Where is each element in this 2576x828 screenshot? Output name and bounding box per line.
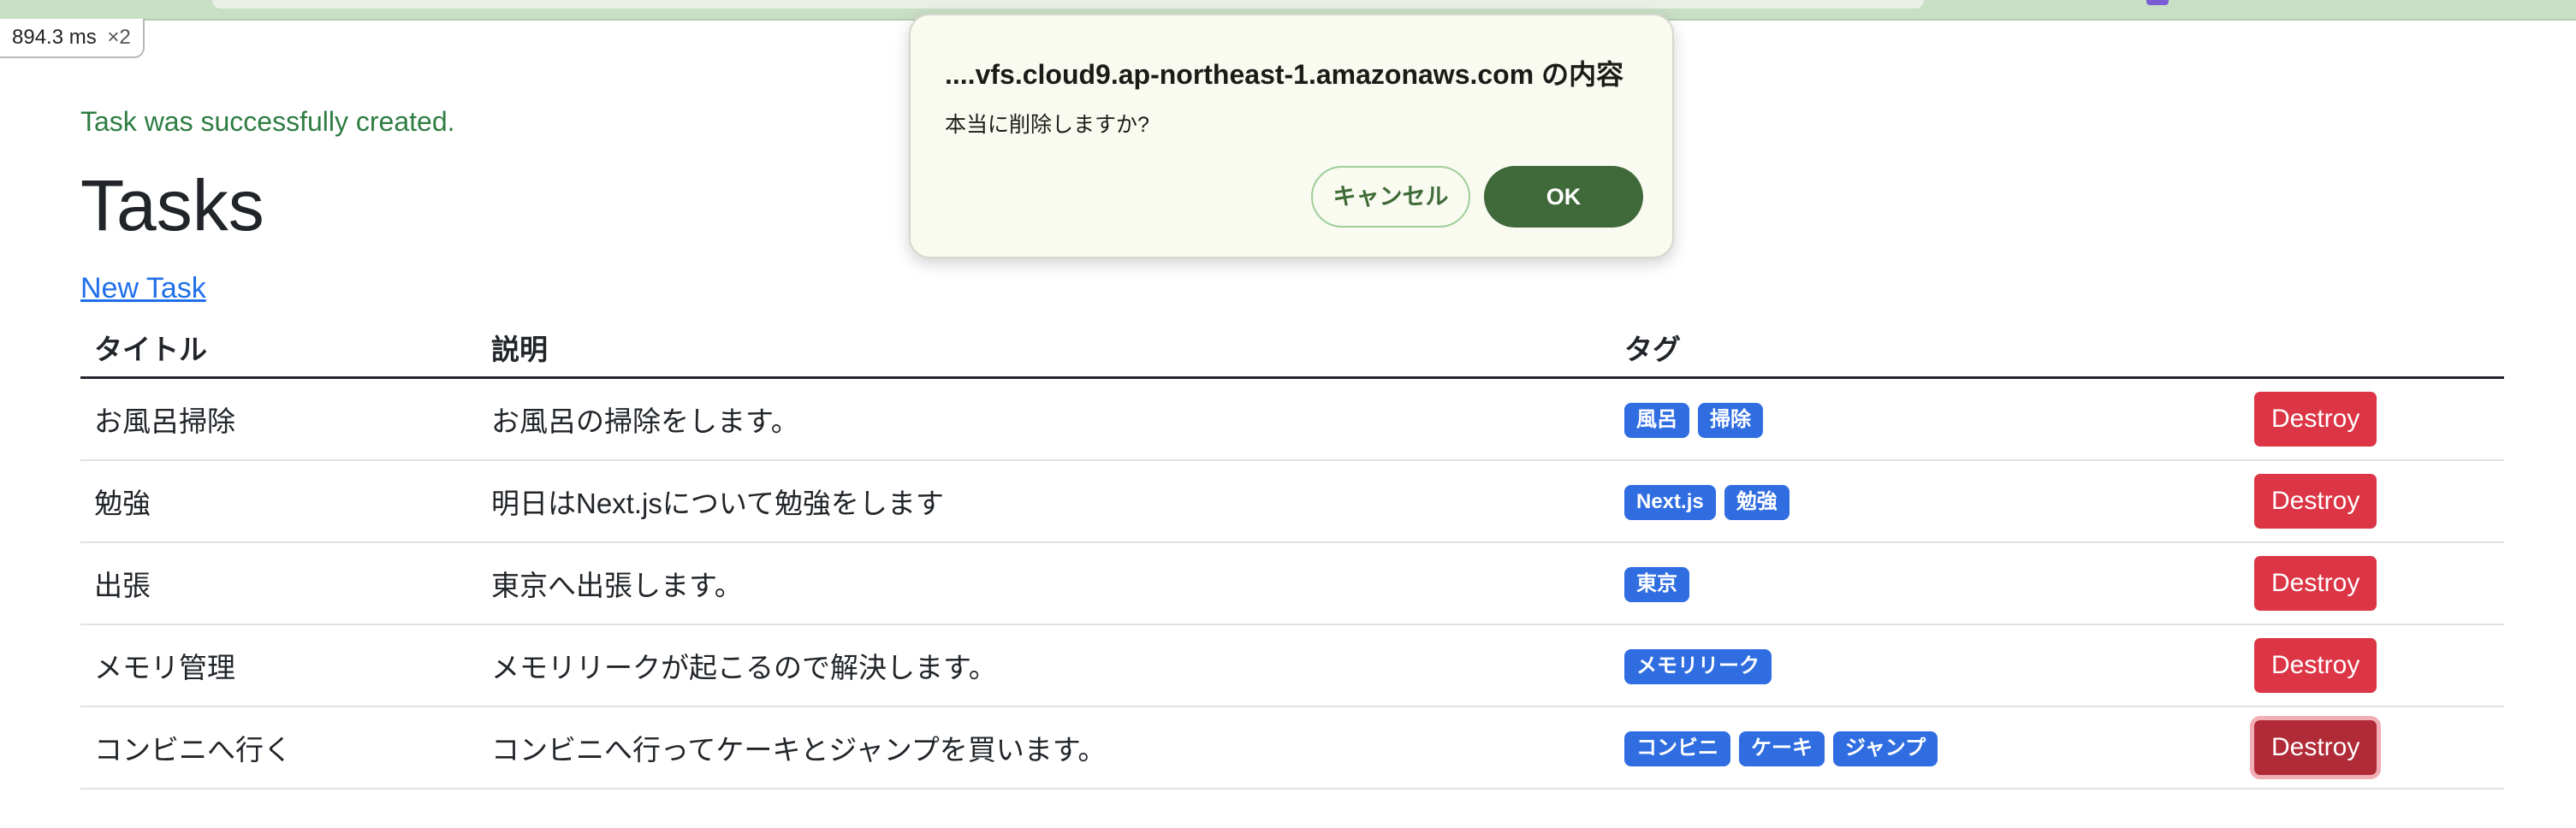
task-description: 明日はNext.jsについて勉強をします [478, 460, 1611, 543]
column-header-tags: タグ [1611, 318, 2241, 379]
tag-badge: 風呂 [1624, 403, 1689, 438]
perf-unit: ms [68, 26, 97, 49]
task-description: 東京へ出張します。 [478, 542, 1611, 625]
task-description: コンビニへ行ってケーキとジャンプを買います。 [478, 707, 1611, 790]
column-header-actions [2241, 318, 2504, 379]
task-actions: Destroy [2241, 460, 2504, 543]
tag-badge: 東京 [1624, 567, 1689, 602]
flash-notice: Task was successfully created. [80, 106, 455, 137]
table-header-row: タイトル 説明 タグ [80, 318, 2504, 379]
task-title: 出張 [80, 542, 478, 625]
page-title: Tasks [80, 165, 264, 245]
task-tags: 東京 [1611, 542, 2241, 625]
task-tags: メモリリーク [1611, 624, 2241, 707]
task-title: コンビニへ行く [80, 707, 478, 790]
destroy-button[interactable]: Destroy [2254, 392, 2377, 447]
new-task-link[interactable]: New Task [80, 272, 206, 305]
task-tags: Next.js 勉強 [1611, 460, 2241, 543]
tag-badge: 勉強 [1724, 485, 1790, 520]
performance-badge: 894.3 ms ×2 [0, 19, 145, 58]
tag-badge: Next.js [1624, 485, 1716, 520]
task-description: お風呂の掃除をします。 [478, 377, 1611, 461]
task-tags: コンビニ ケーキ ジャンプ [1611, 707, 2241, 790]
task-title: 勉強 [80, 460, 478, 543]
dialog-title: ....vfs.cloud9.ap-northeast-1.amazonaws.… [945, 59, 1624, 90]
table-row: コンビニへ行く コンビニへ行ってケーキとジャンプを買います。 コンビニ ケーキ ジャンプ… [80, 707, 2504, 790]
table-body: お風呂掃除 お風呂の掃除をします。 風呂 掃除 Destroy 勉強 明日はNext.jsに… [80, 377, 2504, 790]
tasks-table: タイトル 説明 タグ お風呂掃除 お風呂の掃除をします。 風呂 掃除 Destroy 勉強… [80, 318, 2504, 790]
destroy-button[interactable]: Destroy [2254, 638, 2377, 693]
task-actions: Destroy [2241, 542, 2504, 625]
tag-badge: 掃除 [1698, 403, 1763, 438]
extension-icon[interactable] [2146, 0, 2169, 5]
dialog-cancel-button[interactable]: キャンセル [1311, 166, 1470, 228]
tag-badge: ジャンプ [1833, 731, 1938, 766]
task-title: メモリ管理 [80, 624, 478, 707]
dialog-ok-button[interactable]: OK [1484, 166, 1643, 228]
task-actions: Destroy [2241, 624, 2504, 707]
perf-multiplier: ×2 [107, 26, 131, 49]
task-actions: Destroy [2241, 377, 2504, 461]
address-bar-edge[interactable] [212, 0, 1924, 9]
perf-value: 894.3 [12, 26, 64, 49]
task-title: お風呂掃除 [80, 377, 478, 461]
tag-badge: メモリリーク [1624, 649, 1772, 684]
task-actions: Destroy [2241, 707, 2504, 790]
column-header-description: 説明 [478, 318, 1611, 379]
task-description: メモリリークが起こるので解決します。 [478, 624, 1611, 707]
table-row: メモリ管理 メモリリークが起こるので解決します。 メモリリーク Destroy [80, 624, 2504, 707]
tag-badge: コンビニ [1624, 731, 1730, 766]
table-row: お風呂掃除 お風呂の掃除をします。 風呂 掃除 Destroy [80, 377, 2504, 461]
column-header-title: タイトル [80, 318, 478, 379]
destroy-button[interactable]: Destroy [2254, 474, 2377, 529]
confirm-dialog: ....vfs.cloud9.ap-northeast-1.amazonaws.… [909, 14, 1674, 258]
tag-badge: ケーキ [1739, 731, 1825, 766]
page: 894.3 ms ×2 Task was successfully create… [0, 0, 2576, 828]
table-row: 勉強 明日はNext.jsについて勉強をします Next.js 勉強 Destroy [80, 460, 2504, 543]
table-row: 出張 東京へ出張します。 東京 Destroy [80, 542, 2504, 625]
destroy-button[interactable]: Destroy [2254, 720, 2377, 775]
dialog-message: 本当に削除しますか? [945, 113, 1149, 137]
task-tags: 風呂 掃除 [1611, 377, 2241, 461]
destroy-button[interactable]: Destroy [2254, 556, 2377, 611]
